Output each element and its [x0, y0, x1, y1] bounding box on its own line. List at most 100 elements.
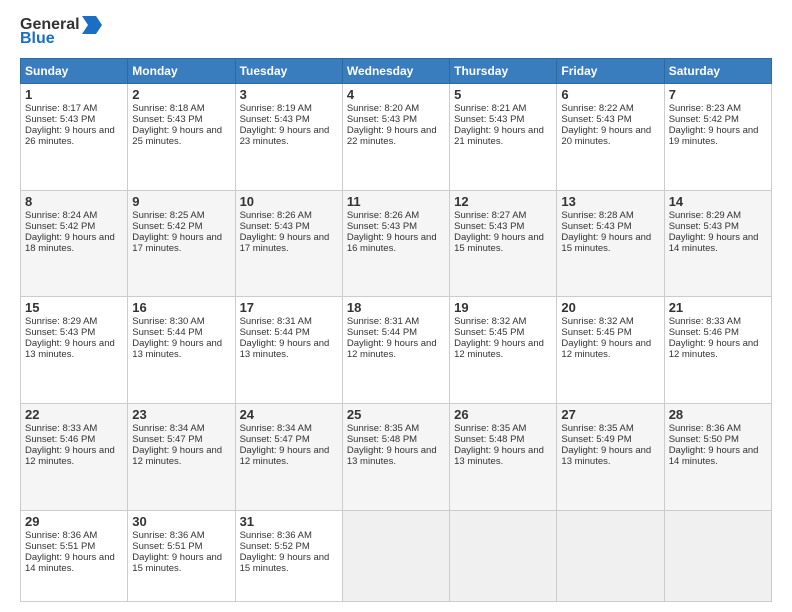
sunset-label: Sunset: 5:49 PM — [561, 434, 631, 445]
day-number: 27 — [561, 407, 659, 422]
sunset-label: Sunset: 5:44 PM — [240, 327, 310, 338]
calendar-cell: 18Sunrise: 8:31 AMSunset: 5:44 PMDayligh… — [342, 297, 449, 404]
sunset-label: Sunset: 5:43 PM — [240, 114, 310, 125]
daylight-label: Daylight: 9 hours and 21 minutes. — [454, 125, 544, 147]
sunrise-label: Sunrise: 8:28 AM — [561, 210, 633, 221]
calendar-cell: 29Sunrise: 8:36 AMSunset: 5:51 PMDayligh… — [21, 510, 128, 601]
calendar-cell — [342, 510, 449, 601]
day-number: 6 — [561, 87, 659, 102]
calendar-cell: 21Sunrise: 8:33 AMSunset: 5:46 PMDayligh… — [664, 297, 771, 404]
sunset-label: Sunset: 5:43 PM — [347, 114, 417, 125]
sunset-label: Sunset: 5:42 PM — [25, 221, 95, 232]
sunrise-label: Sunrise: 8:26 AM — [347, 210, 419, 221]
daylight-label: Daylight: 9 hours and 12 minutes. — [25, 445, 115, 467]
sunrise-label: Sunrise: 8:25 AM — [132, 210, 204, 221]
daylight-label: Daylight: 9 hours and 14 minutes. — [669, 445, 759, 467]
day-number: 31 — [240, 514, 338, 529]
calendar-cell: 17Sunrise: 8:31 AMSunset: 5:44 PMDayligh… — [235, 297, 342, 404]
calendar-cell: 25Sunrise: 8:35 AMSunset: 5:48 PMDayligh… — [342, 404, 449, 511]
col-header-monday: Monday — [128, 59, 235, 84]
calendar-cell: 8Sunrise: 8:24 AMSunset: 5:42 PMDaylight… — [21, 190, 128, 297]
col-header-tuesday: Tuesday — [235, 59, 342, 84]
sunset-label: Sunset: 5:43 PM — [669, 221, 739, 232]
sunrise-label: Sunrise: 8:20 AM — [347, 103, 419, 114]
daylight-label: Daylight: 9 hours and 15 minutes. — [240, 552, 330, 574]
day-number: 11 — [347, 194, 445, 209]
calendar-cell: 2Sunrise: 8:18 AMSunset: 5:43 PMDaylight… — [128, 84, 235, 191]
sunset-label: Sunset: 5:44 PM — [132, 327, 202, 338]
day-number: 21 — [669, 300, 767, 315]
daylight-label: Daylight: 9 hours and 15 minutes. — [561, 232, 651, 254]
calendar-cell: 5Sunrise: 8:21 AMSunset: 5:43 PMDaylight… — [450, 84, 557, 191]
sunrise-label: Sunrise: 8:32 AM — [561, 316, 633, 327]
sunrise-label: Sunrise: 8:33 AM — [669, 316, 741, 327]
sunrise-label: Sunrise: 8:35 AM — [347, 423, 419, 434]
col-header-saturday: Saturday — [664, 59, 771, 84]
daylight-label: Daylight: 9 hours and 12 minutes. — [561, 338, 651, 360]
col-header-wednesday: Wednesday — [342, 59, 449, 84]
daylight-label: Daylight: 9 hours and 26 minutes. — [25, 125, 115, 147]
sunrise-label: Sunrise: 8:36 AM — [240, 530, 312, 541]
daylight-label: Daylight: 9 hours and 13 minutes. — [132, 338, 222, 360]
calendar-cell: 11Sunrise: 8:26 AMSunset: 5:43 PMDayligh… — [342, 190, 449, 297]
sunset-label: Sunset: 5:42 PM — [669, 114, 739, 125]
sunrise-label: Sunrise: 8:21 AM — [454, 103, 526, 114]
daylight-label: Daylight: 9 hours and 17 minutes. — [132, 232, 222, 254]
day-number: 26 — [454, 407, 552, 422]
day-number: 15 — [25, 300, 123, 315]
daylight-label: Daylight: 9 hours and 15 minutes. — [454, 232, 544, 254]
sunset-label: Sunset: 5:51 PM — [132, 541, 202, 552]
day-number: 23 — [132, 407, 230, 422]
sunrise-label: Sunrise: 8:35 AM — [454, 423, 526, 434]
day-number: 16 — [132, 300, 230, 315]
logo-container: General Blue — [20, 16, 102, 48]
daylight-label: Daylight: 9 hours and 14 minutes. — [669, 232, 759, 254]
day-number: 10 — [240, 194, 338, 209]
calendar-cell: 10Sunrise: 8:26 AMSunset: 5:43 PMDayligh… — [235, 190, 342, 297]
daylight-label: Daylight: 9 hours and 12 minutes. — [132, 445, 222, 467]
calendar-cell: 13Sunrise: 8:28 AMSunset: 5:43 PMDayligh… — [557, 190, 664, 297]
day-number: 8 — [25, 194, 123, 209]
sunset-label: Sunset: 5:43 PM — [347, 221, 417, 232]
daylight-label: Daylight: 9 hours and 13 minutes. — [454, 445, 544, 467]
sunrise-label: Sunrise: 8:19 AM — [240, 103, 312, 114]
sunset-label: Sunset: 5:45 PM — [454, 327, 524, 338]
sunset-label: Sunset: 5:50 PM — [669, 434, 739, 445]
sunset-label: Sunset: 5:43 PM — [25, 327, 95, 338]
calendar-cell: 22Sunrise: 8:33 AMSunset: 5:46 PMDayligh… — [21, 404, 128, 511]
day-number: 2 — [132, 87, 230, 102]
daylight-label: Daylight: 9 hours and 13 minutes. — [347, 445, 437, 467]
sunset-label: Sunset: 5:47 PM — [132, 434, 202, 445]
daylight-label: Daylight: 9 hours and 13 minutes. — [25, 338, 115, 360]
sunset-label: Sunset: 5:48 PM — [347, 434, 417, 445]
daylight-label: Daylight: 9 hours and 12 minutes. — [454, 338, 544, 360]
daylight-label: Daylight: 9 hours and 13 minutes. — [240, 338, 330, 360]
sunset-label: Sunset: 5:51 PM — [25, 541, 95, 552]
day-number: 24 — [240, 407, 338, 422]
daylight-label: Daylight: 9 hours and 12 minutes. — [669, 338, 759, 360]
calendar-cell: 20Sunrise: 8:32 AMSunset: 5:45 PMDayligh… — [557, 297, 664, 404]
sunset-label: Sunset: 5:48 PM — [454, 434, 524, 445]
sunrise-label: Sunrise: 8:36 AM — [25, 530, 97, 541]
calendar-cell: 31Sunrise: 8:36 AMSunset: 5:52 PMDayligh… — [235, 510, 342, 601]
calendar-cell: 27Sunrise: 8:35 AMSunset: 5:49 PMDayligh… — [557, 404, 664, 511]
day-number: 9 — [132, 194, 230, 209]
day-number: 14 — [669, 194, 767, 209]
sunrise-label: Sunrise: 8:32 AM — [454, 316, 526, 327]
daylight-label: Daylight: 9 hours and 12 minutes. — [240, 445, 330, 467]
sunset-label: Sunset: 5:46 PM — [669, 327, 739, 338]
sunset-label: Sunset: 5:42 PM — [132, 221, 202, 232]
calendar-cell: 26Sunrise: 8:35 AMSunset: 5:48 PMDayligh… — [450, 404, 557, 511]
sunrise-label: Sunrise: 8:27 AM — [454, 210, 526, 221]
calendar-cell — [557, 510, 664, 601]
calendar-cell: 30Sunrise: 8:36 AMSunset: 5:51 PMDayligh… — [128, 510, 235, 601]
day-number: 28 — [669, 407, 767, 422]
col-header-sunday: Sunday — [21, 59, 128, 84]
daylight-label: Daylight: 9 hours and 25 minutes. — [132, 125, 222, 147]
sunset-label: Sunset: 5:43 PM — [454, 221, 524, 232]
day-number: 4 — [347, 87, 445, 102]
sunset-label: Sunset: 5:45 PM — [561, 327, 631, 338]
sunrise-label: Sunrise: 8:35 AM — [561, 423, 633, 434]
calendar-cell: 15Sunrise: 8:29 AMSunset: 5:43 PMDayligh… — [21, 297, 128, 404]
sunrise-label: Sunrise: 8:31 AM — [240, 316, 312, 327]
